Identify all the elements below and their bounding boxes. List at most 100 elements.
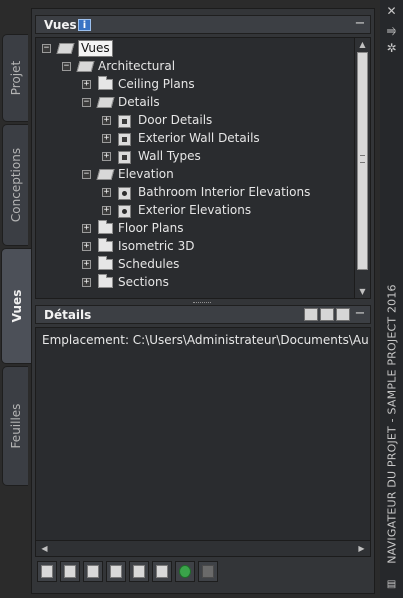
expand-icon[interactable]: + bbox=[102, 206, 111, 215]
tree-node[interactable]: + Bathroom Interior Elevations bbox=[36, 183, 352, 201]
tree-node[interactable]: + Exterior Elevations bbox=[36, 201, 352, 219]
remove-button bbox=[198, 561, 218, 582]
tab-feuilles-label: Feuilles bbox=[8, 403, 23, 449]
tab-projet-label: Projet bbox=[8, 60, 23, 96]
tree-vertical-scrollbar[interactable]: ▲ ▼ bbox=[354, 38, 370, 298]
views-section-title: Vues bbox=[44, 18, 77, 32]
expand-icon[interactable]: + bbox=[102, 134, 111, 143]
tree-node-label: Vues bbox=[78, 40, 113, 57]
tree-node[interactable]: + Wall Types bbox=[36, 147, 352, 165]
scroll-right-arrow-icon[interactable]: ▶ bbox=[357, 544, 366, 553]
collapse-icon[interactable]: − bbox=[62, 62, 71, 71]
scroll-down-arrow-icon[interactable]: ▼ bbox=[358, 287, 367, 296]
tree-node[interactable]: − Architectural bbox=[36, 57, 352, 75]
tree-node[interactable]: + Ceiling Plans bbox=[36, 75, 352, 93]
scroll-thumb[interactable] bbox=[357, 52, 368, 270]
folder-open-icon bbox=[96, 97, 115, 108]
folder-icon bbox=[98, 220, 113, 234]
tab-vues[interactable]: Vues bbox=[1, 248, 31, 364]
tree-node[interactable]: + Sections bbox=[36, 273, 352, 291]
tree-node-label: Exterior Elevations bbox=[138, 203, 252, 217]
details-section-header[interactable]: Détails − bbox=[35, 305, 371, 324]
scroll-up-arrow-icon[interactable]: ▲ bbox=[358, 40, 367, 49]
collapse-icon[interactable]: − bbox=[42, 44, 51, 53]
folder-open-icon bbox=[56, 43, 75, 54]
refresh-button[interactable] bbox=[175, 561, 195, 582]
properties-gear-icon[interactable]: ✲ bbox=[385, 42, 398, 55]
tree-node[interactable]: + Door Details bbox=[36, 111, 352, 129]
scroll-left-arrow-icon[interactable]: ◀ bbox=[40, 544, 49, 553]
collapse-icon[interactable]: − bbox=[82, 170, 91, 179]
splitter-grip-icon bbox=[193, 302, 211, 304]
tree-node-label: Elevation bbox=[118, 167, 174, 181]
cut-button[interactable] bbox=[129, 561, 149, 582]
expand-icon[interactable]: + bbox=[82, 80, 91, 89]
callout-icon bbox=[156, 565, 168, 578]
tab-projet[interactable]: Projet bbox=[2, 34, 28, 122]
expand-icon[interactable]: + bbox=[82, 260, 91, 269]
add-view-button[interactable] bbox=[37, 561, 57, 582]
tree-node-label: Floor Plans bbox=[118, 221, 184, 235]
palette-menu-icon[interactable]: ▤ bbox=[385, 578, 398, 591]
elevation-view-icon bbox=[118, 187, 131, 200]
tab-feuilles[interactable]: Feuilles bbox=[2, 366, 28, 486]
details-list-icon[interactable] bbox=[320, 308, 334, 321]
tree-node-label: Exterior Wall Details bbox=[138, 131, 260, 145]
tree-node-label: Sections bbox=[118, 275, 169, 289]
folder-icon bbox=[98, 76, 113, 90]
tab-vues-label: Vues bbox=[9, 289, 24, 323]
views-tree[interactable]: − Vues − Architectural + Ceiling Plans − Detail… bbox=[35, 37, 371, 299]
expand-icon[interactable]: + bbox=[82, 278, 91, 287]
tree-node[interactable]: + Schedules bbox=[36, 255, 352, 273]
tree-node-label: Door Details bbox=[138, 113, 213, 127]
folder-icon bbox=[98, 274, 113, 288]
tree-node-label: Schedules bbox=[118, 257, 180, 271]
info-icon[interactable]: i bbox=[78, 19, 91, 31]
detail-view-icon bbox=[118, 151, 131, 164]
tab-conceptions[interactable]: Conceptions bbox=[2, 124, 28, 246]
tree-node[interactable]: + Floor Plans bbox=[36, 219, 352, 237]
details-tools bbox=[302, 308, 350, 324]
add-category-button[interactable] bbox=[60, 561, 80, 582]
details-horizontal-scrollbar[interactable]: ◀ ▶ bbox=[36, 540, 370, 556]
expand-icon[interactable]: + bbox=[102, 152, 111, 161]
details-properties-icon[interactable] bbox=[304, 308, 318, 321]
folder-icon bbox=[98, 238, 113, 252]
palette-title-strip[interactable]: ✕ ⥤ ✲ NAVIGATEUR DU PROJET - SAMPLE PROJ… bbox=[380, 0, 403, 598]
tree-node-label: Bathroom Interior Elevations bbox=[138, 185, 311, 199]
expand-icon[interactable]: + bbox=[102, 188, 111, 197]
tree-node[interactable]: − Vues bbox=[36, 39, 352, 57]
expand-icon[interactable]: + bbox=[102, 116, 111, 125]
close-icon[interactable]: ✕ bbox=[385, 5, 398, 18]
collapse-icon[interactable]: − bbox=[82, 98, 91, 107]
callout-button[interactable] bbox=[152, 561, 172, 582]
view-properties-button[interactable] bbox=[106, 561, 126, 582]
palette-title: NAVIGATEUR DU PROJET - SAMPLE PROJECT 20… bbox=[385, 284, 399, 564]
tree-node[interactable]: − Elevation bbox=[36, 165, 352, 183]
expand-icon[interactable]: + bbox=[82, 242, 91, 251]
views-section-header[interactable]: Vues i − bbox=[35, 15, 371, 34]
add-category-icon bbox=[64, 565, 76, 578]
tree-node[interactable]: + Exterior Wall Details bbox=[36, 129, 352, 147]
expand-icon[interactable]: + bbox=[82, 224, 91, 233]
regenerate-icon bbox=[87, 565, 99, 578]
project-navigator-palette: Projet Conceptions Vues Feuilles Vues i … bbox=[0, 0, 403, 598]
tree-node-label: Architectural bbox=[98, 59, 176, 73]
view-properties-icon bbox=[110, 565, 122, 578]
collapse-views-button[interactable]: − bbox=[354, 16, 366, 32]
refresh-icon bbox=[179, 565, 191, 578]
tree-node-label: Isometric 3D bbox=[118, 239, 195, 253]
folder-open-icon bbox=[76, 61, 95, 72]
tree-node[interactable]: + Isometric 3D bbox=[36, 237, 352, 255]
tree-node-label: Details bbox=[118, 95, 160, 109]
tree-node-label: Wall Types bbox=[138, 149, 201, 163]
tree-node[interactable]: − Details bbox=[36, 93, 352, 111]
elevation-view-icon bbox=[118, 205, 131, 218]
collapse-details-button[interactable]: − bbox=[354, 306, 366, 322]
detail-view-icon bbox=[118, 115, 131, 128]
details-preview-icon[interactable] bbox=[336, 308, 350, 321]
tree-node-label: Ceiling Plans bbox=[118, 77, 195, 91]
regenerate-button[interactable] bbox=[83, 561, 103, 582]
auto-hide-icon[interactable]: ⥤ bbox=[385, 24, 398, 37]
remove-icon bbox=[202, 565, 214, 578]
